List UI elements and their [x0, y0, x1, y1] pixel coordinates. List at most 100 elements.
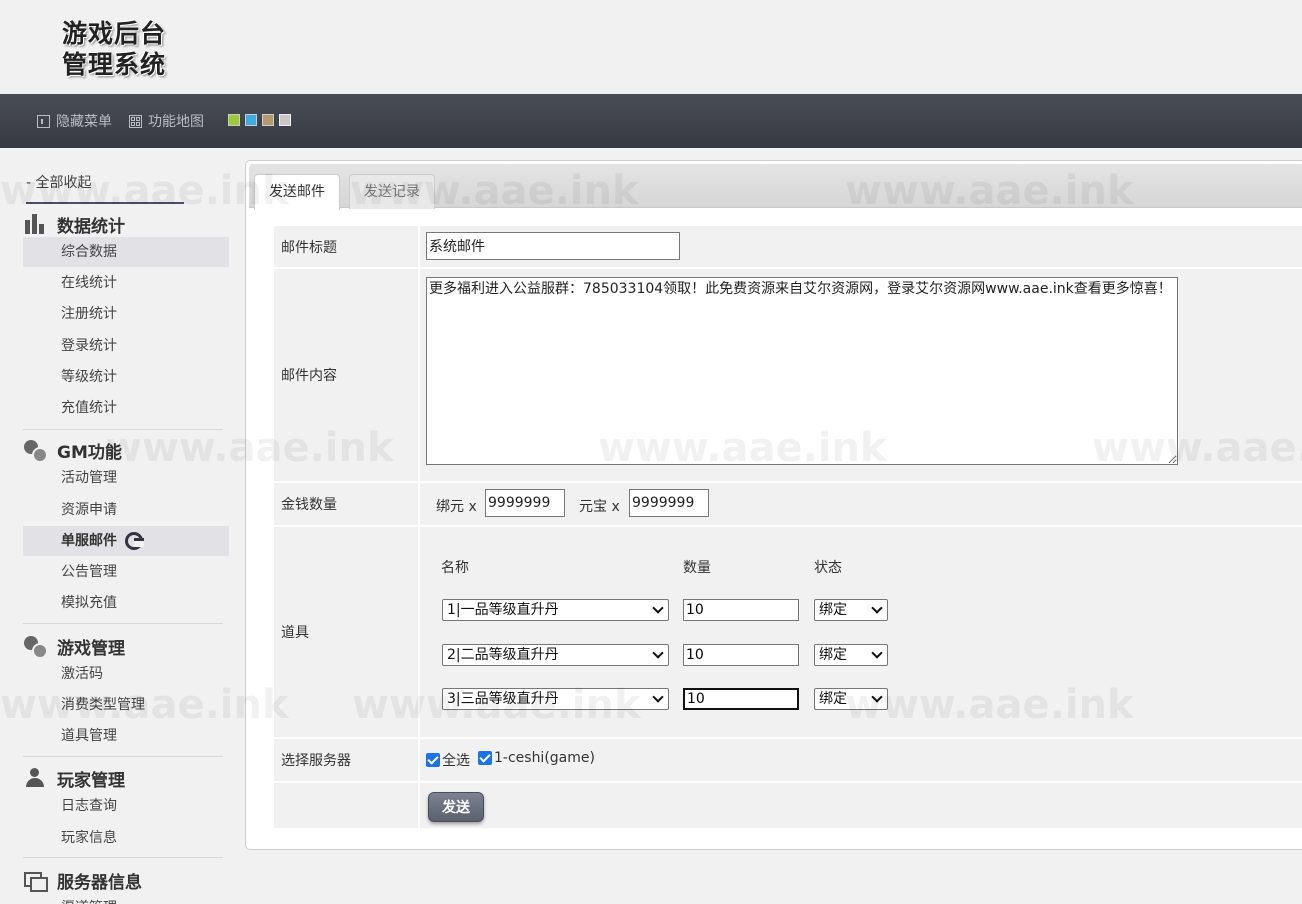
logo: 游戏后台 管理系统 [62, 18, 166, 80]
sidebar-item-consume-type[interactable]: 消费类型管理 [23, 690, 229, 720]
checkbox-checked-icon[interactable] [426, 753, 440, 767]
item-qty-3[interactable] [683, 688, 799, 710]
item-status-value: 绑定 [819, 691, 847, 707]
sidebar-group-label: 服务器信息 [57, 873, 142, 893]
bind-yuan-input[interactable] [485, 489, 565, 517]
sidebar-item-player-info[interactable]: 玩家信息 [23, 823, 229, 853]
items-label: 道具 [281, 625, 309, 641]
server-checkbox-1[interactable]: 1-ceshi(game) [478, 750, 595, 766]
sidebar-item-level[interactable]: 等级统计 [23, 362, 229, 392]
sidebar-group-label: 游戏管理 [57, 639, 125, 659]
item-select-3[interactable]: 3|三品等级直升丹 [442, 688, 669, 710]
theme-swatches [228, 114, 291, 126]
sidebar-group-label: GM功能 [57, 443, 122, 463]
items-row: 道具 名称 数量 状态 1|一品等级直升丹 绑定 2|二品等级直升丹 绑定 3|… [274, 527, 1302, 737]
collapse-all-button[interactable]: - 全部收起 [26, 172, 184, 204]
send-row-label-cell [274, 783, 416, 828]
divider [23, 429, 223, 430]
yuanbao-input[interactable] [629, 489, 709, 517]
money-row: 金钱数量 绑元 x 元宝 x [274, 483, 1302, 525]
sidebar-item-overview[interactable]: 综合数据 [23, 237, 229, 267]
server-label: 选择服务器 [281, 753, 351, 769]
sidebar-item-recharge[interactable]: 充值统计 [23, 393, 229, 423]
header: 游戏后台 管理系统 [0, 0, 1302, 94]
logo-line-1: 游戏后台 [62, 19, 167, 48]
item-qty-2[interactable] [683, 644, 799, 666]
hide-menu-button[interactable]: 隐藏菜单 [37, 111, 112, 131]
user-icon [24, 767, 46, 790]
sidebar-group-stats[interactable]: 数据统计 [24, 212, 125, 237]
tab-send-records[interactable]: 发送记录 [349, 174, 435, 209]
bar-chart-icon [24, 213, 46, 236]
mail-title-row: 邮件标题 [274, 226, 1302, 267]
tab-send-mail[interactable]: 发送邮件 [254, 174, 340, 210]
current-page-icon [125, 532, 144, 550]
function-map-label: 功能地图 [148, 114, 204, 130]
col-header-qty: 数量 [683, 560, 711, 576]
sidebar-item-activation-code[interactable]: 激活码 [23, 659, 229, 689]
theme-swatch-blue[interactable] [245, 114, 257, 126]
server-option-label: 1-ceshi(game) [494, 750, 595, 766]
chevron-down-icon [871, 647, 883, 659]
sidebar-item-announcement[interactable]: 公告管理 [23, 557, 229, 587]
hide-menu-label: 隐藏菜单 [56, 114, 112, 130]
sidebar-item-log-query[interactable]: 日志查询 [23, 791, 229, 821]
sidebar-group-label: 玩家管理 [57, 771, 125, 791]
divider [23, 756, 223, 757]
sidebar-item-single-server-mail[interactable]: 单服邮件 [23, 526, 229, 556]
item-select-1[interactable]: 1|一品等级直升丹 [442, 599, 669, 621]
theme-swatch-gray[interactable] [279, 114, 291, 126]
main-panel: 发送邮件 发送记录 邮件标题 邮件内容 更多福利进入公益服群：785033104… [245, 160, 1302, 850]
money-field-cell: 绑元 x 元宝 x [418, 483, 1302, 525]
divider [23, 623, 223, 624]
sidebar-group-server[interactable]: 服务器信息 [24, 868, 142, 893]
sidebar-item-activity[interactable]: 活动管理 [23, 463, 229, 493]
sidebar-item-label: 单服邮件 [61, 533, 117, 549]
sidebar-item-resource-request[interactable]: 资源申请 [23, 495, 229, 525]
server-field-cell: 全选 1-ceshi(game) [418, 739, 1302, 781]
sidebar-group-game[interactable]: 游戏管理 [24, 634, 125, 659]
mail-title-input[interactable] [426, 232, 680, 260]
item-select-2[interactable]: 2|二品等级直升丹 [442, 644, 669, 666]
sidebar-group-players[interactable]: 玩家管理 [24, 766, 125, 791]
col-header-status: 状态 [814, 560, 842, 576]
mail-content-row: 邮件内容 更多福利进入公益服群：785033104领取！此免费资源来自艾尔资源网… [274, 269, 1302, 481]
sidebar-item-channel[interactable]: 渠道管理 [23, 893, 229, 904]
mail-content-textarea[interactable]: 更多福利进入公益服群：785033104领取！此免费资源来自艾尔资源网，登录艾尔… [426, 277, 1178, 465]
select-all-checkbox[interactable]: 全选 [426, 750, 470, 770]
sidebar-item-mock-recharge[interactable]: 模拟充值 [23, 588, 229, 618]
sidebar: - 全部收起 数据统计 综合数据 在线统计 注册统计 登录统计 等级统计 充值统… [0, 148, 240, 904]
sidebar-item-register[interactable]: 注册统计 [23, 299, 229, 329]
tab-bar: 发送邮件 发送记录 [249, 164, 1302, 210]
server-row: 选择服务器 全选 1-ceshi(game) [274, 739, 1302, 781]
select-all-label: 全选 [442, 753, 470, 769]
sidebar-item-login[interactable]: 登录统计 [23, 331, 229, 361]
grid-icon [129, 114, 142, 128]
mail-content-field-cell: 更多福利进入公益服群：785033104领取！此免费资源来自艾尔资源网，登录艾尔… [418, 269, 1302, 481]
theme-swatch-brown[interactable] [262, 114, 274, 126]
sidebar-item-online[interactable]: 在线统计 [23, 268, 229, 298]
item-qty-1[interactable] [683, 599, 799, 621]
item-status-1[interactable]: 绑定 [814, 599, 888, 621]
mail-content-label: 邮件内容 [281, 368, 337, 384]
send-field-cell: 发送 [418, 783, 1302, 828]
item-status-2[interactable]: 绑定 [814, 644, 888, 666]
divider [23, 857, 223, 858]
item-select-value: 2|二品等级直升丹 [447, 647, 559, 663]
send-row: 发送 [274, 783, 1302, 828]
item-status-3[interactable]: 绑定 [814, 688, 888, 710]
theme-swatch-green[interactable] [228, 114, 240, 126]
yuanbao-label: 元宝 x [579, 499, 620, 515]
function-map-button[interactable]: 功能地图 [129, 111, 204, 131]
checkbox-checked-icon[interactable] [478, 751, 492, 765]
send-button[interactable]: 发送 [428, 792, 484, 822]
logo-line-2: 管理系统 [62, 50, 167, 79]
chat-bubbles-icon [24, 635, 48, 659]
bind-yuan-label: 绑元 x [436, 499, 477, 515]
item-select-value: 3|三品等级直升丹 [447, 691, 559, 707]
sidebar-item-items[interactable]: 道具管理 [23, 721, 229, 751]
sidebar-group-gm[interactable]: GM功能 [24, 438, 122, 463]
mail-title-label: 邮件标题 [281, 239, 337, 256]
server-icon [24, 870, 48, 892]
chevron-down-icon [871, 602, 883, 614]
